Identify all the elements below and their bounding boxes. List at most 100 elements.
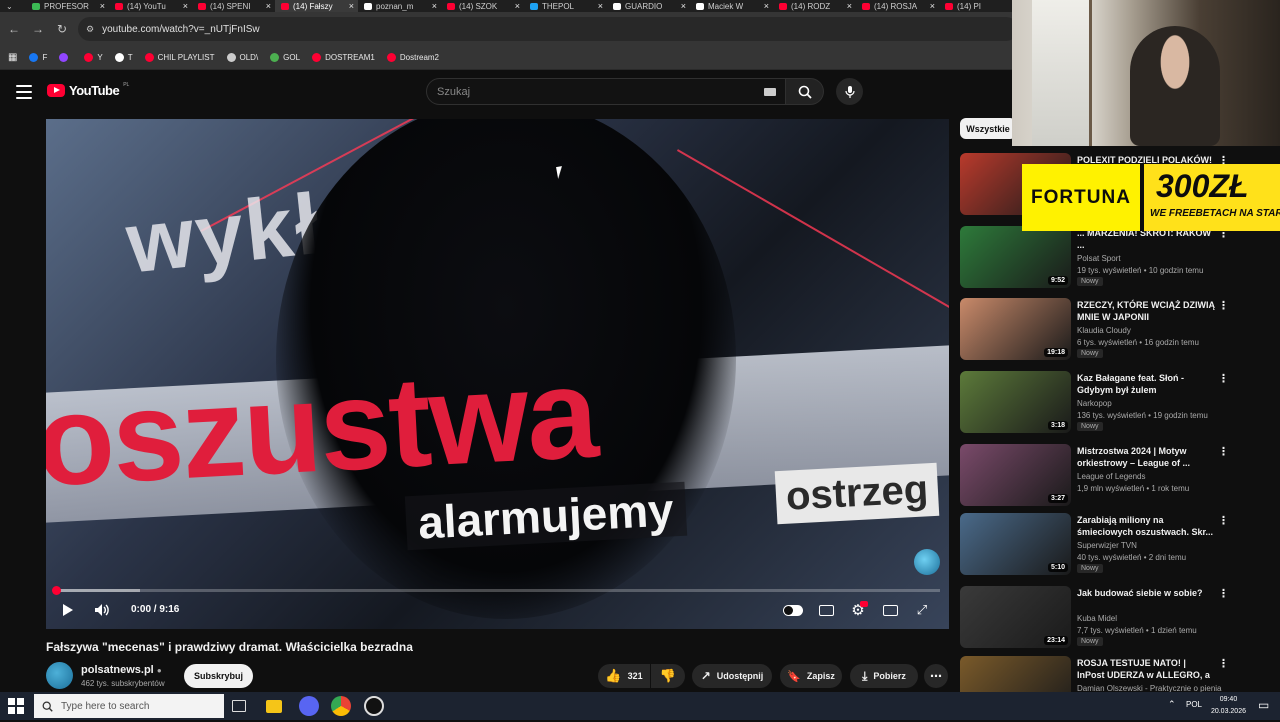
guide-menu-button[interactable]: [14, 82, 34, 102]
taskbar-clock[interactable]: 09:40 20.03.2026: [1211, 694, 1246, 718]
bookmark-item[interactable]: Y: [84, 53, 103, 62]
bookmark-item[interactable]: Dostream2: [386, 53, 439, 62]
tab-close-icon[interactable]: ×: [515, 1, 520, 11]
video-thumbnail[interactable]: 9:52: [960, 226, 1071, 288]
obs-icon[interactable]: [364, 696, 384, 716]
fullscreen-button[interactable]: ⤢: [912, 600, 932, 620]
tab-close-icon[interactable]: ×: [930, 1, 935, 11]
play-button[interactable]: [58, 600, 78, 620]
save-button[interactable]: 🔖 Zapisz: [780, 664, 842, 688]
dislike-button[interactable]: 👎: [651, 664, 685, 688]
subtitles-button[interactable]: [816, 600, 836, 620]
browser-tab[interactable]: PROFESOR ×: [26, 0, 109, 12]
video-thumbnail[interactable]: 5:10: [960, 513, 1071, 575]
browser-tab[interactable]: Maciek W ×: [690, 0, 773, 12]
autoplay-toggle[interactable]: [782, 600, 804, 620]
video-progress-bar[interactable]: [52, 586, 940, 595]
file-explorer-icon[interactable]: [266, 700, 282, 713]
language-indicator[interactable]: POL: [1186, 700, 1202, 709]
bookmark-item[interactable]: CHIL PLAYLIST: [144, 53, 215, 62]
bookmark-item[interactable]: DOSTREAM1: [312, 53, 375, 62]
tray-chevron-icon[interactable]: ⌃: [1168, 699, 1176, 710]
address-bar[interactable]: ⚙ youtube.com/watch?v=_nUTjFnISw: [78, 17, 1018, 41]
more-vertical-icon[interactable]: ⋮: [1218, 587, 1229, 600]
browser-tab[interactable]: THEPOL ×: [524, 0, 607, 12]
tab-close-icon[interactable]: ×: [266, 1, 271, 11]
channel-name[interactable]: Narkopop: [1077, 399, 1112, 408]
browser-tab[interactable]: poznan_m ×: [358, 0, 441, 12]
channel-name[interactable]: Superwizjer TVN: [1077, 541, 1137, 550]
video-thumbnail[interactable]: 19:18: [960, 298, 1071, 360]
subscribe-button[interactable]: Subskrybuj: [184, 664, 253, 688]
youtube-logo[interactable]: YouTube PL: [47, 82, 129, 98]
progress-scrubber-handle[interactable]: [52, 586, 61, 595]
like-button[interactable]: 👍 321: [598, 664, 650, 688]
reload-button[interactable]: ↻: [50, 17, 74, 41]
tab-close-icon[interactable]: ×: [681, 1, 686, 11]
browser-tab[interactable]: (14) YouTu ×: [109, 0, 192, 12]
recommended-video[interactable]: 23:14 Jak budować siebie w sobie? Kuba Mid…: [960, 586, 1230, 652]
more-vertical-icon[interactable]: ⋮: [1218, 657, 1229, 670]
voice-search-button[interactable]: [836, 78, 863, 105]
search-button[interactable]: [786, 78, 824, 105]
search-input[interactable]: Szukaj: [426, 78, 786, 105]
start-button[interactable]: [8, 698, 24, 714]
browser-tab[interactable]: (14) Fałszy ×: [275, 0, 358, 12]
discord-icon[interactable]: [299, 696, 319, 716]
more-vertical-icon[interactable]: ⋮: [1218, 445, 1229, 458]
more-actions-button[interactable]: ⋯: [924, 664, 948, 688]
video-thumbnail[interactable]: 3:27: [960, 444, 1071, 506]
tab-close-icon[interactable]: ×: [847, 1, 852, 11]
video-player[interactable]: wykł enia oszustwa alarmujemy ostrzeg: [46, 119, 949, 629]
recommended-video[interactable]: 19:18 RZECZY, KTÓRE WCIĄŻ DZIWIĄ MNIE W J…: [960, 298, 1230, 364]
recommended-video[interactable]: 9:52... MARZENIA! SKRÓT: RAKÓW ... Polsat…: [960, 226, 1230, 292]
video-title[interactable]: Jak budować siebie w sobie?: [1077, 587, 1215, 599]
browser-tab[interactable]: GUARDIO ×: [607, 0, 690, 12]
tab-close-icon[interactable]: ×: [764, 1, 769, 11]
browser-tab[interactable]: (14) ROSJA ×: [856, 0, 939, 12]
taskbar-search-input[interactable]: Type here to search: [34, 694, 224, 718]
tab-close-icon[interactable]: ×: [183, 1, 188, 11]
more-vertical-icon[interactable]: ⋮: [1218, 514, 1229, 527]
bookmark-item[interactable]: OLD\: [226, 53, 258, 62]
recommended-video[interactable]: 3:27 Mistrzostwa 2024 | Motyw orkiestrowy…: [960, 444, 1230, 510]
forward-button[interactable]: →: [26, 17, 50, 41]
video-title[interactable]: Kaz Bałagane feat. Słoń - Gdybym był żul…: [1077, 372, 1215, 396]
browser-tab[interactable]: (14) RODZ ×: [773, 0, 856, 12]
channel-name[interactable]: polsatnews.pl ●: [81, 664, 162, 676]
bookmark-item[interactable]: T: [114, 53, 133, 62]
download-button[interactable]: ⤓ Pobierz: [850, 664, 918, 688]
more-vertical-icon[interactable]: ⋮: [1218, 372, 1229, 385]
filter-chip-all[interactable]: Wszystkie: [960, 118, 1016, 139]
video-title[interactable]: RZECZY, KTÓRE WCIĄŻ DZIWIĄ MNIE W JAPONI…: [1077, 299, 1215, 323]
channel-name[interactable]: Kuba Midel: [1077, 614, 1117, 623]
video-title[interactable]: ROSJA TESTUJE NATO! | InPost UDERZA w AL…: [1077, 657, 1215, 681]
more-vertical-icon[interactable]: ⋮: [1218, 299, 1229, 312]
recommended-video[interactable]: 3:18 Kaz Bałagane feat. Słoń - Gdybym był…: [960, 371, 1230, 437]
tab-overflow-chevron[interactable]: ⌄: [0, 0, 26, 12]
channel-name[interactable]: League of Legends: [1077, 472, 1146, 481]
channel-name[interactable]: Klaudia Cloudy: [1077, 326, 1131, 335]
keyboard-icon[interactable]: [764, 88, 776, 96]
video-title[interactable]: Zarabiają miliony na śmieciowych oszustw…: [1077, 514, 1215, 538]
settings-button[interactable]: ⚙: [848, 600, 868, 620]
chrome-icon[interactable]: [331, 696, 351, 716]
video-thumbnail[interactable]: 23:14: [960, 586, 1071, 648]
mute-button[interactable]: [92, 600, 112, 620]
tab-close-icon[interactable]: ×: [349, 1, 354, 11]
site-info-icon[interactable]: ⚙: [86, 24, 94, 35]
browser-tab[interactable]: (14) SZOK ×: [441, 0, 524, 12]
channel-name[interactable]: Polsat Sport: [1077, 254, 1121, 263]
video-thumbnail[interactable]: 3:18: [960, 371, 1071, 433]
bookmark-item[interactable]: GOL: [270, 53, 300, 62]
browser-tab[interactable]: (14) PI×: [939, 0, 1022, 12]
task-view-icon[interactable]: [232, 700, 246, 712]
recommended-video[interactable]: 5:10 Zarabiają miliony na śmieciowych osz…: [960, 513, 1230, 579]
miniplayer-button[interactable]: [880, 600, 900, 620]
video-title[interactable]: Mistrzostwa 2024 | Motyw orkiestrowy – L…: [1077, 445, 1215, 469]
share-button[interactable]: ↗ Udostępnij: [692, 664, 772, 688]
bookmark-item[interactable]: F: [29, 53, 47, 62]
apps-grid-icon[interactable]: ▦: [8, 52, 17, 63]
channel-avatar[interactable]: [46, 662, 73, 689]
tab-close-icon[interactable]: ×: [432, 1, 437, 11]
